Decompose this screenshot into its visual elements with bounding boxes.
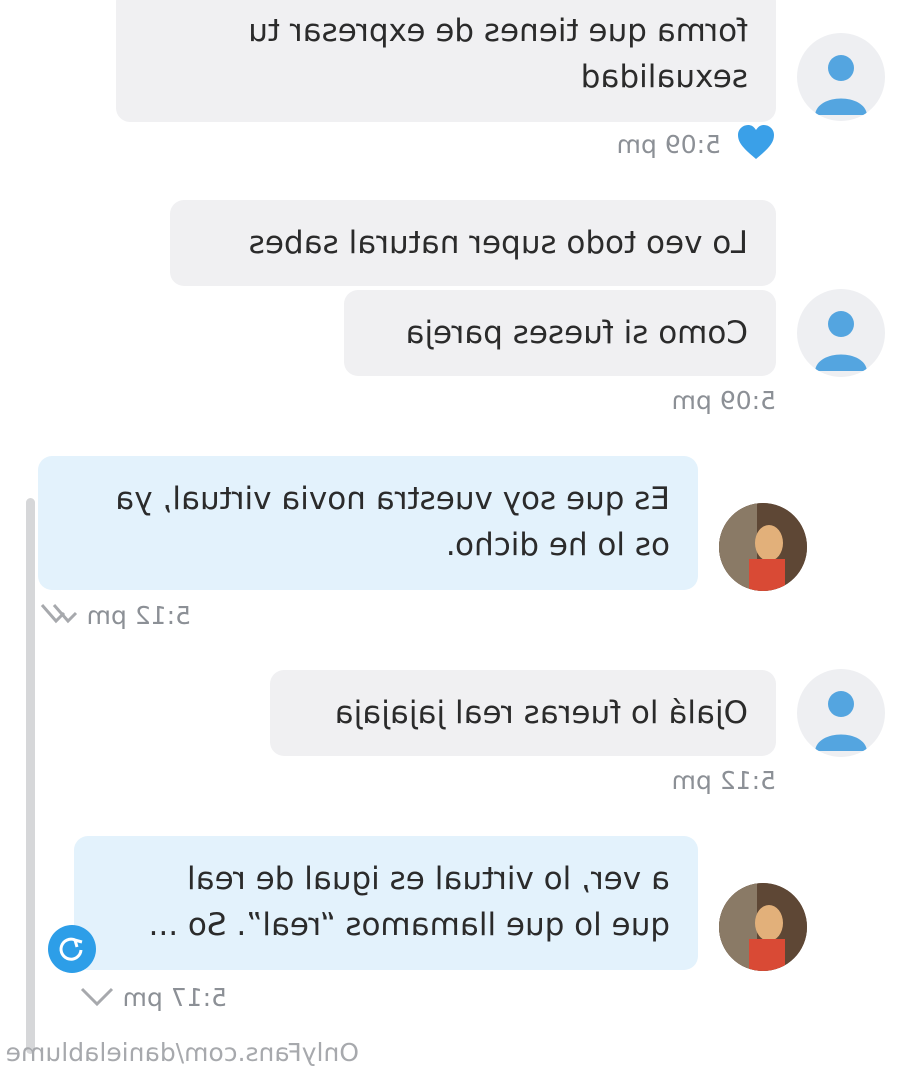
creator-avatar[interactable] (719, 503, 807, 591)
user-avatar-icon[interactable] (797, 33, 885, 121)
message-text-line: que lo que llamamos “real”. So ... (148, 907, 670, 943)
message-text-line: os lo he dicho. (445, 527, 670, 563)
message-bubble-incoming: forma que tienes de expresar tu sexualid… (116, 0, 776, 122)
message-timestamp: 5:09 pm (671, 386, 776, 415)
user-avatar-icon[interactable] (797, 289, 885, 377)
watermark-text: OnlyFans.com/danielablume (5, 1038, 359, 1067)
message-timestamp: 5:09 pm (616, 130, 721, 159)
message-bubble-incoming: Ojalá lo fueras real jajajaja (270, 670, 776, 756)
creator-avatar[interactable] (719, 883, 807, 971)
chevron-down-icon[interactable] (80, 985, 114, 1012)
message-timestamp: 5:12 pm (86, 601, 191, 630)
scrollbar[interactable] (26, 498, 35, 1054)
message-bubble-outgoing: Es que soy vuestra novia virtual, ya os … (38, 456, 698, 590)
message-text-line: Ojalá lo fueras real jajajaja (334, 695, 748, 731)
message-text-line: forma que tienes de expresar tu (248, 13, 748, 49)
double-check-icon (38, 601, 78, 630)
scroll-down-icon[interactable] (47, 924, 97, 979)
message-bubble-outgoing: a ver, lo virtual es igual de real que l… (74, 836, 698, 970)
heart-icon[interactable] (736, 124, 776, 167)
message-text-line: Como si fueses pareja (405, 315, 748, 351)
message-text-line: sexualidad (580, 59, 748, 95)
message-timestamp: 5:17 pm (122, 983, 227, 1012)
message-timestamp: 5:12 pm (671, 766, 776, 795)
message-text-line: a ver, lo virtual es igual de real (187, 861, 670, 897)
message-bubble-incoming: Lo veo todo super natural sabes (170, 200, 776, 286)
user-avatar-icon[interactable] (797, 669, 885, 757)
message-text-line: Lo veo todo super natural sabes (248, 225, 748, 261)
message-bubble-incoming: Como si fueses pareja (344, 290, 776, 376)
chat-screen: forma que tienes de expresar tu sexualid… (0, 0, 913, 1079)
message-text-line: Es que soy vuestra novia virtual, ya (115, 481, 670, 517)
